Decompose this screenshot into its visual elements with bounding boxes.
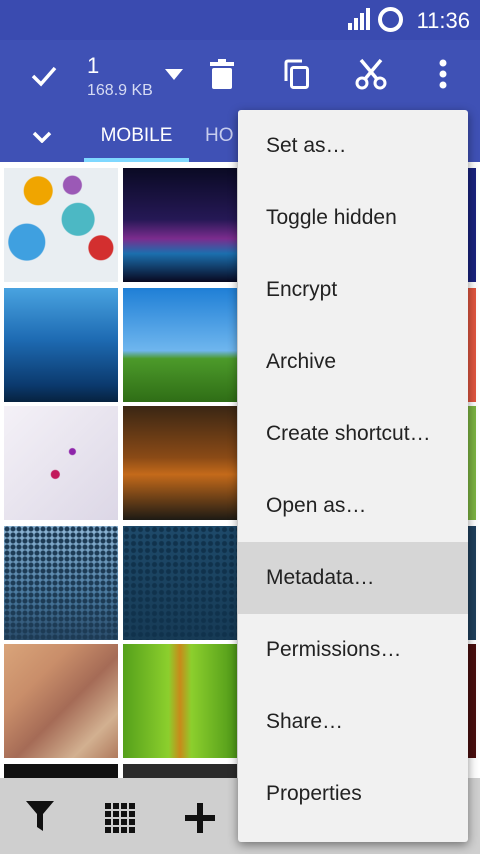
check-icon[interactable] bbox=[22, 58, 66, 94]
menu-item-archive[interactable]: Archive bbox=[238, 326, 468, 398]
selected-count: 1 bbox=[87, 53, 100, 78]
copy-icon[interactable] bbox=[276, 54, 316, 94]
cut-icon[interactable] bbox=[350, 54, 392, 94]
menu-item-set-as[interactable]: Set as… bbox=[238, 110, 468, 182]
menu-item-share[interactable]: Share… bbox=[238, 686, 468, 758]
grid-view-icon[interactable] bbox=[102, 800, 138, 836]
selected-size: 168.9 KB bbox=[87, 82, 153, 99]
menu-item-open-as[interactable]: Open as… bbox=[238, 470, 468, 542]
tab-label: MOBILE bbox=[100, 125, 173, 146]
more-vert-icon[interactable] bbox=[424, 54, 462, 94]
image-thumbnail[interactable] bbox=[123, 644, 237, 758]
image-thumbnail[interactable] bbox=[4, 288, 118, 402]
chevron-down-icon[interactable] bbox=[24, 122, 60, 152]
add-icon[interactable] bbox=[182, 800, 218, 836]
menu-item-encrypt[interactable]: Encrypt bbox=[238, 254, 468, 326]
status-time: 11:36 bbox=[416, 8, 470, 33]
sync-ring-icon bbox=[378, 7, 403, 32]
image-thumbnail[interactable] bbox=[4, 644, 118, 758]
image-thumbnail[interactable] bbox=[4, 168, 118, 282]
dropdown-arrow-icon[interactable] bbox=[160, 62, 188, 86]
image-thumbnail[interactable] bbox=[4, 406, 118, 520]
menu-item-metadata[interactable]: Metadata… bbox=[238, 542, 468, 614]
image-thumbnail[interactable] bbox=[123, 168, 237, 282]
tab-mobile[interactable]: MOBILE bbox=[84, 120, 189, 162]
image-thumbnail[interactable] bbox=[123, 526, 237, 640]
image-thumbnail[interactable] bbox=[123, 406, 237, 520]
menu-item-properties[interactable]: Properties bbox=[238, 758, 468, 830]
filter-icon[interactable] bbox=[22, 798, 58, 834]
image-thumbnail[interactable] bbox=[4, 526, 118, 640]
tab-label: HO bbox=[205, 125, 234, 146]
overflow-menu: Set as… Toggle hidden Encrypt Archive Cr… bbox=[238, 110, 468, 842]
menu-item-permissions[interactable]: Permissions… bbox=[238, 614, 468, 686]
cell-signal-icon bbox=[348, 8, 370, 30]
menu-item-create-shortcut[interactable]: Create shortcut… bbox=[238, 398, 468, 470]
trash-icon[interactable] bbox=[202, 54, 242, 94]
menu-item-toggle-hidden[interactable]: Toggle hidden bbox=[238, 182, 468, 254]
tab-next[interactable]: HO bbox=[205, 120, 234, 162]
status-bar: 11:36 bbox=[0, 0, 480, 40]
image-thumbnail[interactable] bbox=[123, 288, 237, 402]
image-thumbnail[interactable] bbox=[123, 764, 237, 778]
image-thumbnail[interactable] bbox=[4, 764, 118, 778]
